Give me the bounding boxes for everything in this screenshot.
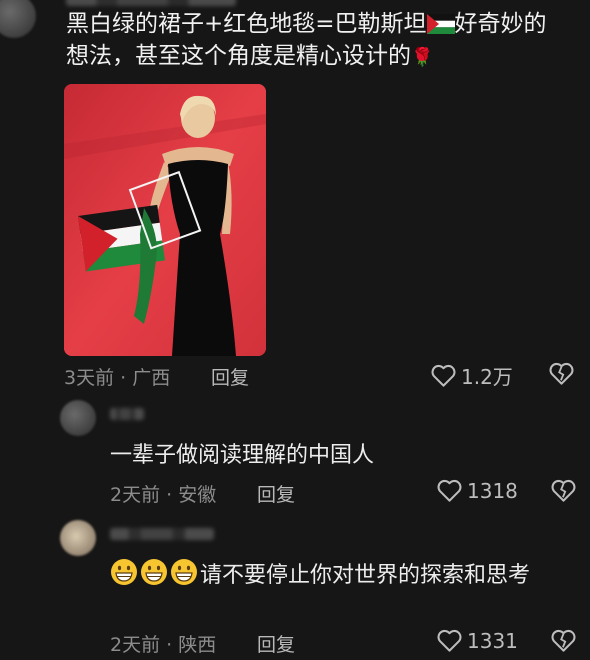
comment-image[interactable] [64, 84, 266, 356]
meta-separator: · [166, 634, 173, 656]
like-count: 1.2万 [461, 365, 513, 389]
reply1-avatar[interactable] [60, 400, 96, 436]
reply2-meta: 2天前 · 陕西 [110, 630, 216, 657]
heart-icon [437, 629, 462, 652]
avatar[interactable] [0, 0, 36, 38]
reply2-time: 2天前 [110, 634, 161, 656]
comment-location: 广西 [132, 367, 171, 389]
reply1-reply-button[interactable]: 回复 [257, 480, 295, 507]
reply-button[interactable]: 回复 [211, 363, 249, 390]
reply1-time: 2天前 [110, 484, 161, 506]
heart-icon [431, 364, 456, 387]
reply2-reply-button[interactable]: 回复 [257, 630, 295, 657]
reply2-dislike-button[interactable] [550, 628, 577, 657]
comment-text: 黑白绿的裙子+红色地毯=巴勒斯坦 好奇妙的 想法，甚至这个角度是精心设计的🌹 [66, 8, 578, 74]
meta-separator: · [120, 367, 127, 389]
heart-icon [437, 479, 462, 502]
reply2-text-block: 请不要停止你对世界的探索和思考 [110, 558, 570, 592]
palestine-flag-icon [426, 14, 455, 34]
broken-heart-icon [551, 629, 576, 652]
rose-icon: 🌹 [411, 47, 434, 68]
reply1-like-count: 1318 [467, 478, 518, 503]
broken-heart-icon [551, 479, 576, 502]
reply1-username-blurred[interactable] [110, 408, 144, 420]
dislike-button[interactable] [548, 361, 575, 390]
reply1-like-button[interactable]: 1318 [436, 478, 518, 503]
comment-time: 3天前 [64, 367, 115, 389]
reply2-like-button[interactable]: 1331 [436, 628, 518, 653]
reply2-text: 请不要停止你对世界的探索和思考 [200, 563, 531, 588]
comment-meta: 3天前 · 广西 [64, 363, 170, 390]
red-carpet-photo [64, 84, 266, 356]
reply2-location: 陕西 [178, 634, 217, 656]
grinning-face-icon [141, 559, 167, 585]
like-button[interactable]: 1.2万 [430, 361, 513, 390]
reply1-dislike-button[interactable] [550, 478, 577, 507]
comment-line1-part1: 黑白绿的裙子+红色地毯=巴勒斯坦 [66, 11, 427, 37]
reply2-username-blurred[interactable] [110, 528, 214, 540]
meta-separator: · [166, 484, 173, 506]
reply1-text: 一辈子做阅读理解的中国人 [110, 443, 375, 468]
broken-heart-icon [549, 362, 574, 385]
comment-line2: 想法，甚至这个角度是精心设计的 [66, 43, 411, 69]
comment-line1-part2: 好奇妙的 [454, 11, 547, 37]
reply1-location: 安徽 [178, 484, 217, 506]
username-blurred[interactable] [66, 0, 236, 6]
reply2-avatar[interactable] [60, 520, 96, 556]
reply2-like-count: 1331 [467, 628, 518, 653]
grinning-face-icon [171, 559, 197, 585]
reply1-meta: 2天前 · 安徽 [110, 480, 216, 507]
grinning-face-icon [111, 559, 137, 585]
